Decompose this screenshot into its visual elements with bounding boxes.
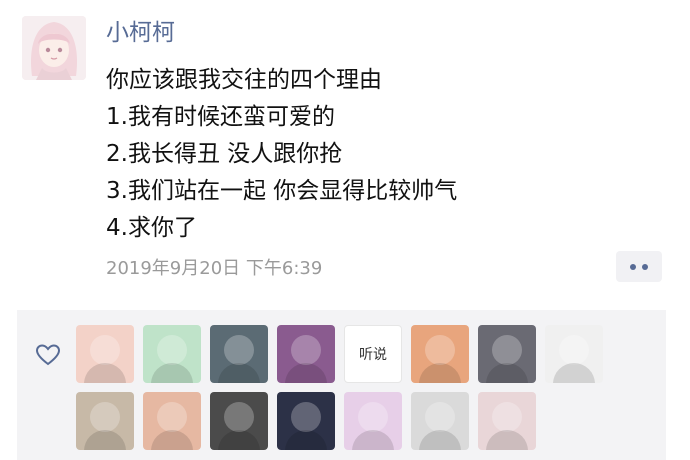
author-name[interactable]: 小柯柯 (106, 17, 175, 49)
fog-avatar-icon (224, 402, 254, 432)
child-face-avatar-icon (157, 402, 187, 432)
face-avatar-icon (224, 335, 254, 365)
post-line: 1.我有时候还蛮可爱的 (106, 104, 335, 130)
liker-avatar[interactable] (143, 392, 201, 450)
liker-avatar[interactable] (210, 392, 268, 450)
post-text: 你应该跟我交往的四个理由 1.我有时候还蛮可爱的 2.我长得丑 没人跟你抢 3.… (106, 62, 457, 247)
liker-avatar[interactable] (545, 325, 603, 383)
pig-avatar-icon (157, 335, 187, 365)
liker-avatar[interactable] (411, 392, 469, 450)
portrait-avatar-icon (425, 402, 455, 432)
anime-pastel-avatar-icon (358, 402, 388, 432)
christmas-avatar-icon (492, 402, 522, 432)
liker-avatar[interactable] (76, 392, 134, 450)
post-line: 3.我们站在一起 你会显得比较帅气 (106, 178, 458, 204)
avatar-shape (218, 363, 260, 383)
liker-avatar[interactable] (277, 392, 335, 450)
more-actions-button[interactable] (616, 251, 662, 282)
avatar-shape (419, 430, 461, 450)
pumpkin-avatar-icon (559, 335, 589, 365)
avatar-text: 听说 (359, 347, 387, 363)
dot-icon (642, 263, 648, 270)
anime-dark-avatar-icon (291, 402, 321, 432)
avatar-shape (486, 430, 528, 450)
avatar-shape (486, 363, 528, 383)
cartoon-avatar-icon (90, 335, 120, 365)
liker-avatar[interactable]: 听说 (344, 325, 402, 383)
author-avatar[interactable] (22, 16, 86, 80)
avatar-shape (285, 430, 327, 450)
post-timestamp: 2019年9月20日 下午6:39 (106, 258, 323, 279)
liker-avatar[interactable] (411, 325, 469, 383)
avatar-shape (352, 430, 394, 450)
avatar-shape (419, 363, 461, 383)
post-line: 2.我长得丑 没人跟你抢 (106, 141, 343, 167)
liker-avatar[interactable] (210, 325, 268, 383)
liker-avatar[interactable] (478, 392, 536, 450)
avatar-shape (84, 430, 126, 450)
liker-avatar[interactable] (76, 325, 134, 383)
liker-avatar[interactable] (478, 325, 536, 383)
liker-avatar[interactable] (277, 325, 335, 383)
dot-icon (630, 263, 636, 270)
avatar-shape (84, 363, 126, 383)
silhouette-avatar-icon (492, 335, 522, 365)
liker-avatar[interactable] (344, 392, 402, 450)
heart-icon (35, 344, 61, 366)
avatar-shape (285, 363, 327, 383)
avatar-shape (218, 430, 260, 450)
post-line: 你应该跟我交往的四个理由 (106, 67, 382, 93)
post-line: 4.求你了 (106, 215, 197, 241)
anime-avatar-icon (291, 335, 321, 365)
liker-avatar[interactable] (143, 325, 201, 383)
anime-girl-avatar-icon (22, 16, 86, 80)
avatar-shape (151, 430, 193, 450)
anime-girl-avatar-icon (425, 335, 455, 365)
avatar-shape (151, 363, 193, 383)
avatar-shape (553, 363, 595, 383)
child-avatar-icon (90, 402, 120, 432)
